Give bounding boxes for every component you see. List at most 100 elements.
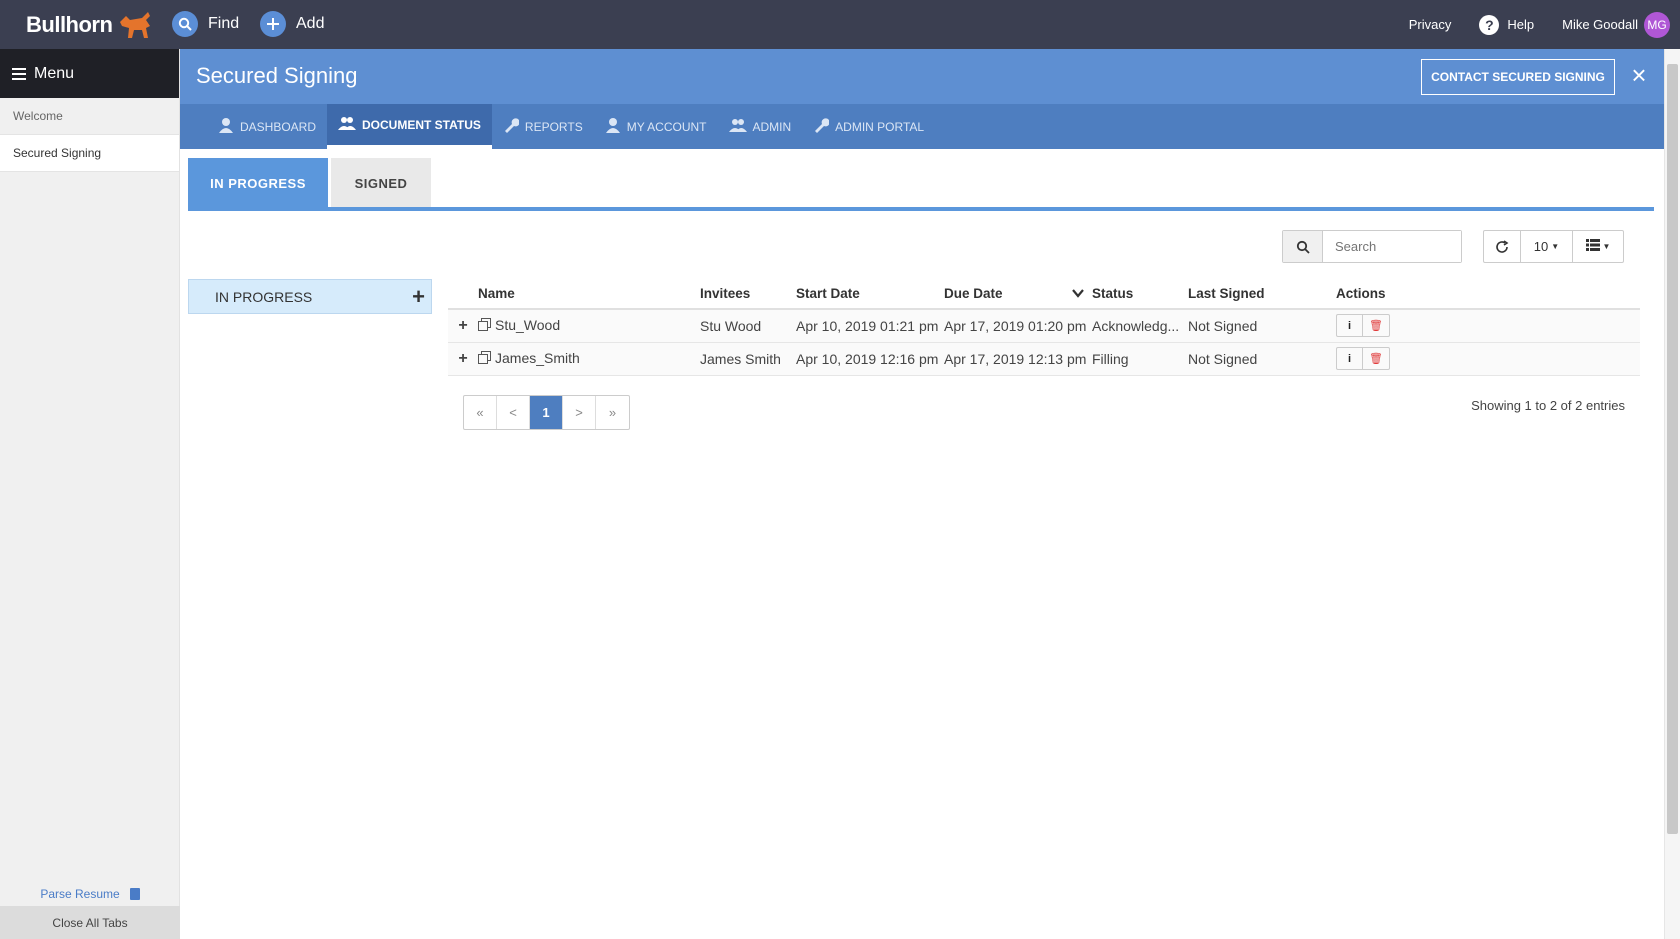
row-name: James_Smith — [495, 349, 580, 366]
top-right-controls: Privacy ? Help Mike Goodall MG — [1409, 0, 1680, 49]
contact-secured-signing-button[interactable]: CONTACT SECURED SIGNING — [1421, 59, 1615, 95]
add-label: Add — [296, 15, 325, 32]
tab-label: REPORTS — [524, 119, 583, 134]
pagination: « < 1 > » — [463, 395, 630, 430]
find-button[interactable]: Find — [172, 11, 239, 37]
tab-label: DASHBOARD — [240, 119, 317, 134]
filter-label: IN PROGRESS — [215, 288, 313, 305]
row-last-signed: Not Signed — [1188, 342, 1336, 376]
scrollbar-thumb[interactable] — [1667, 64, 1678, 834]
tab-my-account[interactable]: MY ACCOUNT — [594, 104, 718, 149]
documents-table: Name Invitees Start Date Due Date Status… — [448, 279, 1640, 376]
add-filter-icon[interactable]: + — [412, 284, 425, 310]
row-due-date: Apr 17, 2019 12:13 pm — [944, 342, 1092, 376]
search-icon — [172, 11, 198, 37]
bull-icon — [120, 12, 151, 38]
row-name-cell[interactable]: James_Smith — [478, 342, 700, 376]
parse-resume-label: Parse Resume — [40, 887, 120, 901]
page-header: Secured Signing CONTACT SECURED SIGNING … — [180, 49, 1664, 104]
info-icon[interactable]: i — [1337, 348, 1363, 369]
row-status: Acknowledg... — [1092, 309, 1188, 343]
document-copy-icon — [478, 318, 491, 334]
parse-resume-link[interactable]: Parse Resume — [0, 887, 180, 901]
wrench-icon — [813, 117, 830, 136]
search-box — [1282, 230, 1462, 263]
search-input[interactable] — [1323, 231, 1461, 262]
close-all-tabs-button[interactable]: Close All Tabs — [0, 906, 180, 939]
sidebar-item-welcome[interactable]: Welcome — [0, 98, 179, 135]
page-size-dropdown[interactable]: 10 ▼ — [1521, 231, 1573, 262]
wrench-icon — [503, 117, 520, 136]
user-menu[interactable]: Mike Goodall MG — [1562, 11, 1680, 38]
help-button[interactable]: ? Help — [1479, 14, 1535, 35]
in-progress-filter[interactable]: IN PROGRESS + — [188, 279, 432, 314]
column-status[interactable]: Status — [1092, 279, 1188, 310]
subtab-in-progress[interactable]: IN PROGRESS — [188, 158, 328, 208]
find-label: Find — [208, 15, 240, 32]
table-row: + James_Smith James Smith Apr 10, 2019 1… — [448, 342, 1640, 376]
top-bar: Bullhorn Find Add Privacy ? Help Mike Go… — [0, 0, 1680, 49]
row-actions: i 🗑 — [1336, 309, 1640, 343]
column-name[interactable]: Name — [478, 279, 700, 310]
sidebar: Menu Welcome Secured Signing Parse Resum… — [0, 49, 180, 939]
bullhorn-logo[interactable]: Bullhorn — [26, 10, 156, 40]
user-name: Mike Goodall — [1562, 17, 1638, 32]
tab-label: ADMIN — [752, 119, 792, 134]
add-button[interactable]: Add — [260, 11, 324, 37]
subtab-signed[interactable]: SIGNED — [331, 158, 431, 208]
column-due-date[interactable]: Due Date — [944, 279, 1092, 310]
expand-row-icon[interactable]: + — [448, 342, 478, 376]
current-page-button[interactable]: 1 — [530, 396, 563, 429]
column-actions: Actions — [1336, 279, 1640, 310]
help-label: Help — [1507, 17, 1535, 32]
row-action-group: i 🗑 — [1336, 347, 1390, 370]
menu-toggle[interactable]: Menu — [0, 49, 179, 98]
trash-icon[interactable]: 🗑 — [1363, 348, 1389, 369]
refresh-icon[interactable] — [1484, 231, 1521, 262]
sort-chevron-down-icon[interactable] — [1072, 286, 1084, 301]
status-subtabs: IN PROGRESS SIGNED — [188, 158, 434, 208]
plus-icon — [260, 11, 286, 37]
vertical-scrollbar[interactable] — [1664, 49, 1680, 939]
row-last-signed: Not Signed — [1188, 309, 1336, 343]
expand-row-icon[interactable]: + — [448, 309, 478, 343]
column-last-signed[interactable]: Last Signed — [1188, 279, 1336, 310]
info-icon[interactable]: i — [1337, 315, 1363, 337]
search-icon[interactable] — [1283, 231, 1323, 262]
prev-page-button[interactable]: < — [497, 396, 530, 429]
page-title: Secured Signing — [196, 63, 358, 88]
next-page-button[interactable]: > — [563, 396, 596, 429]
tab-document-status[interactable]: DOCUMENT STATUS — [327, 104, 492, 149]
row-name-cell[interactable]: Stu_Wood — [478, 309, 700, 343]
trash-icon[interactable]: 🗑 — [1363, 315, 1389, 336]
row-due-date: Apr 17, 2019 01:20 pm — [944, 309, 1092, 343]
sidebar-item-secured-signing[interactable]: Secured Signing — [0, 135, 179, 172]
tab-label: MY ACCOUNT — [626, 119, 707, 134]
tab-reports[interactable]: REPORTS — [492, 104, 594, 149]
entries-summary: Showing 1 to 2 of 2 entries — [1471, 398, 1625, 413]
privacy-link[interactable]: Privacy — [1409, 17, 1452, 32]
list-icon — [1585, 239, 1600, 254]
table-row: + Stu_Wood Stu Wood Apr 10, 2019 01:21 p… — [448, 309, 1640, 343]
column-invitees[interactable]: Invitees — [700, 279, 796, 310]
logo-text: Bullhorn — [26, 12, 113, 37]
column-start-date[interactable]: Start Date — [796, 279, 944, 310]
tab-label: ADMIN PORTAL — [835, 119, 925, 134]
row-action-group: i 🗑 — [1336, 314, 1390, 338]
caret-down-icon: ▼ — [1602, 242, 1611, 251]
table-header: Name Invitees Start Date Due Date Status… — [448, 279, 1640, 310]
close-icon[interactable]: × — [1627, 62, 1651, 88]
tab-label: DOCUMENT STATUS — [362, 117, 481, 132]
users-icon — [728, 118, 747, 135]
first-page-button[interactable]: « — [464, 396, 497, 429]
help-icon: ? — [1479, 14, 1500, 35]
tab-dashboard[interactable]: DASHBOARD — [207, 104, 327, 149]
avatar: MG — [1644, 11, 1670, 38]
row-start-date: Apr 10, 2019 01:21 pm — [796, 309, 944, 343]
menu-label: Menu — [34, 64, 75, 82]
tab-admin[interactable]: ADMIN — [718, 104, 803, 149]
last-page-button[interactable]: » — [596, 396, 629, 429]
tab-admin-portal[interactable]: ADMIN PORTAL — [802, 104, 935, 149]
hamburger-icon — [12, 67, 26, 80]
columns-dropdown[interactable]: ▼ — [1573, 231, 1623, 262]
